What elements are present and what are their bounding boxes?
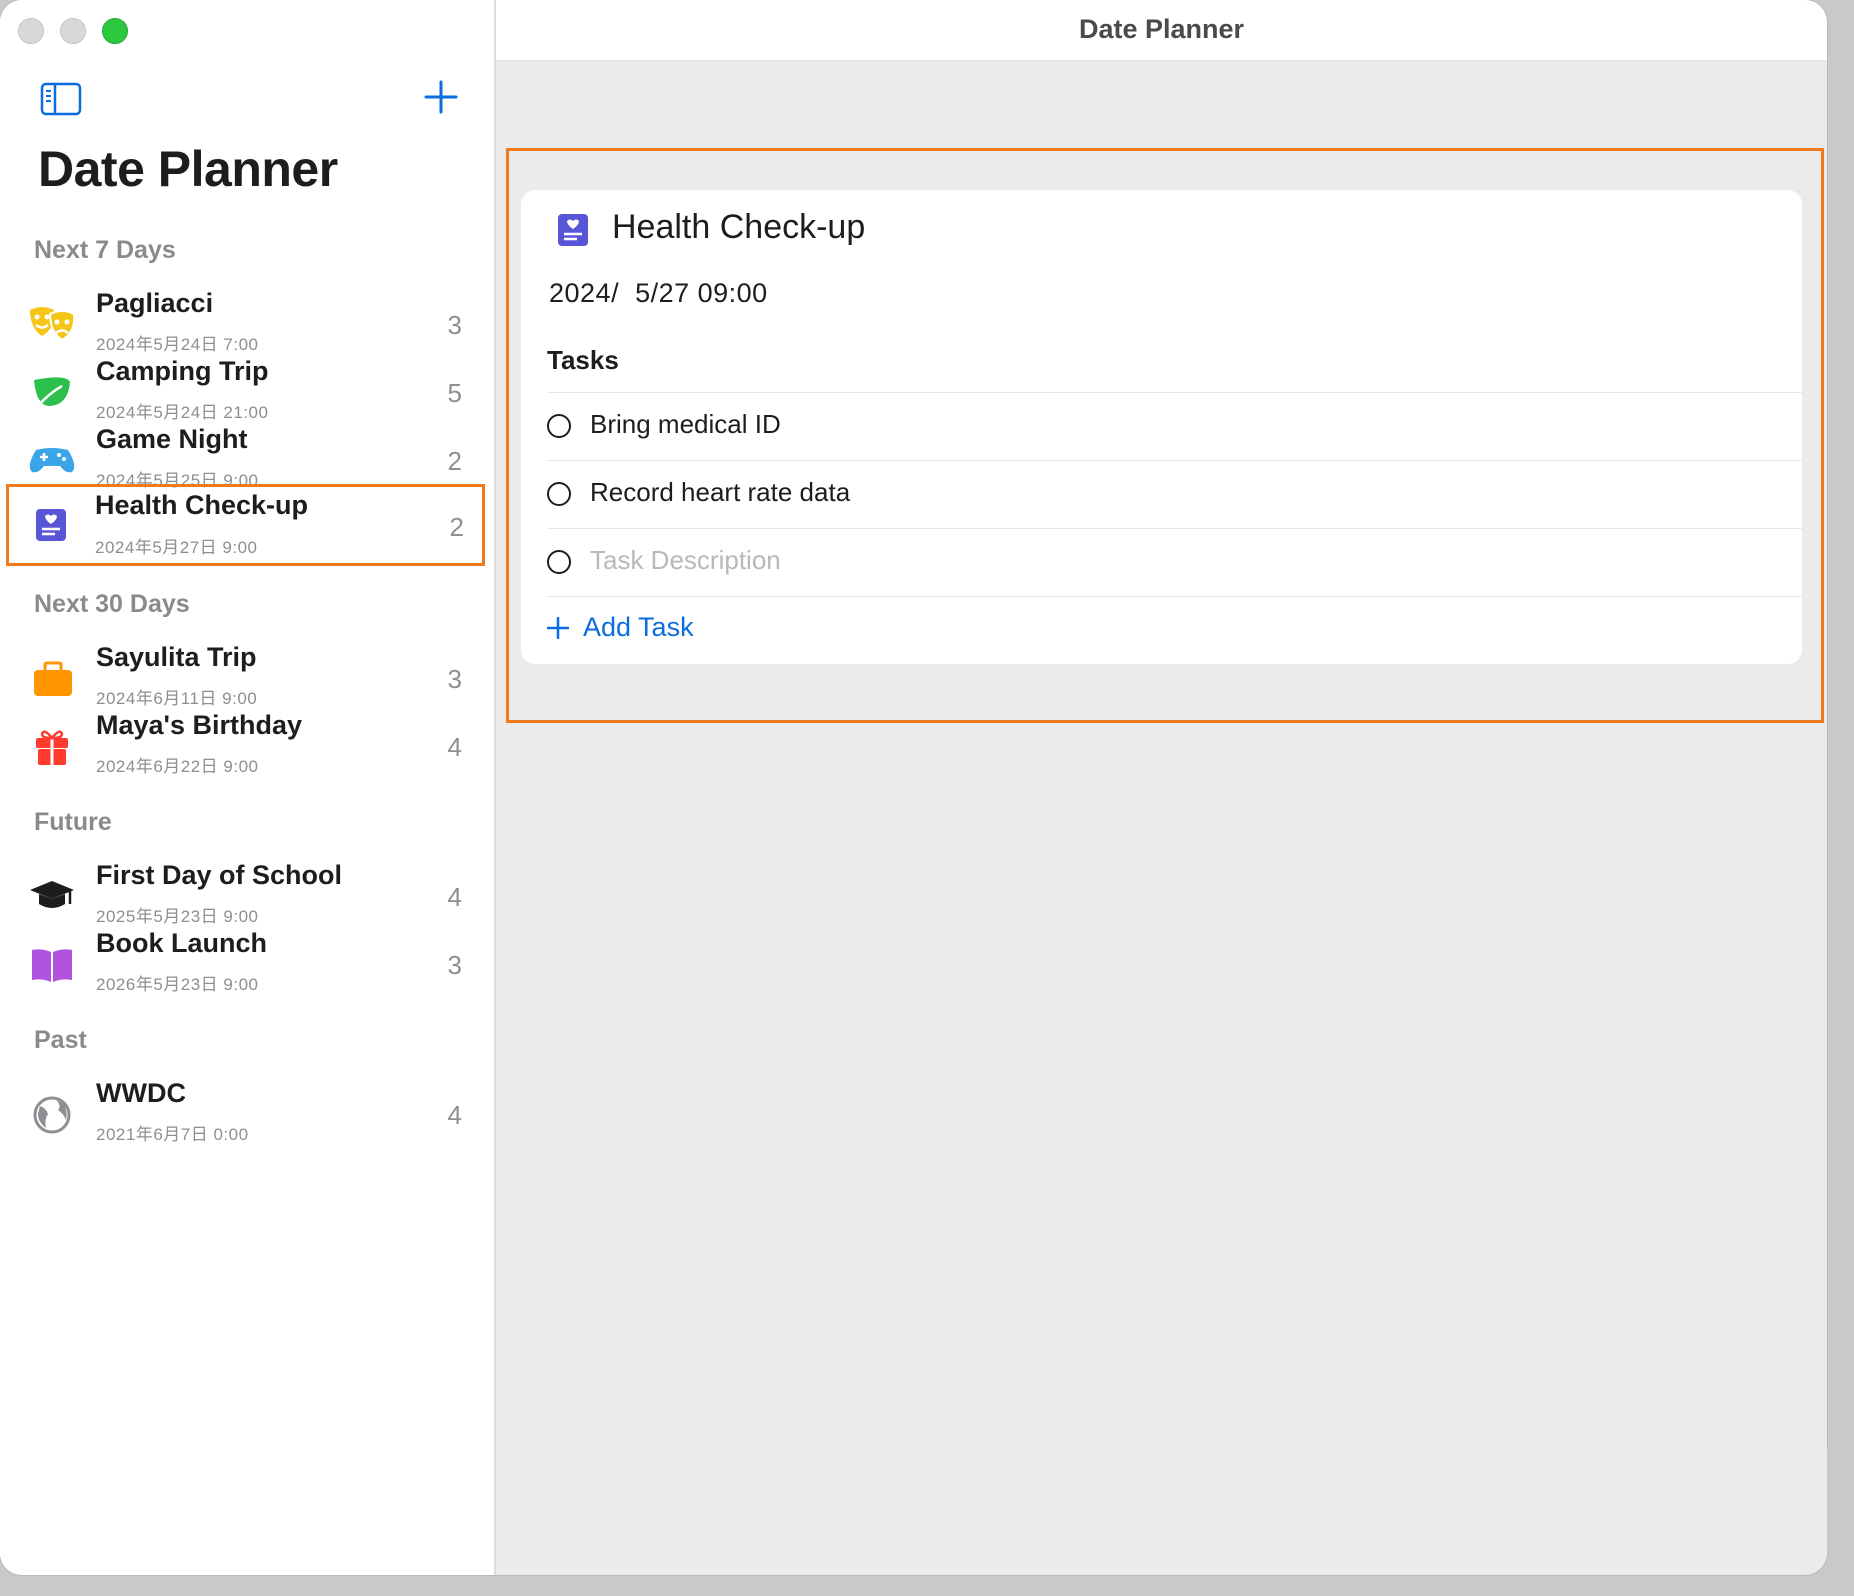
close-window-button[interactable]	[18, 18, 44, 44]
task-count: 5	[447, 378, 462, 408]
task-row-new	[547, 528, 1802, 597]
event-title: Sayulita Trip	[96, 642, 257, 672]
sidebar-toggle-icon[interactable]	[40, 82, 82, 116]
event-title: Game Night	[96, 424, 248, 454]
book-icon	[32, 949, 72, 982]
add-task-button[interactable]: Add Task	[547, 612, 694, 643]
task-count: 2	[447, 446, 462, 476]
task-count: 3	[447, 310, 462, 340]
event-date: 2024年5月24日 21:00	[96, 403, 269, 422]
event-row-first-day-of-school[interactable]: First Day of School 2025年5月23日 9:00 4	[8, 860, 482, 934]
window-title: Date Planner	[1078, 14, 1245, 44]
minimize-window-button[interactable]	[60, 18, 86, 44]
zoom-window-button[interactable]	[102, 18, 128, 44]
task-description-input[interactable]	[590, 545, 1190, 576]
event-title: WWDC	[96, 1078, 186, 1108]
task-separator	[547, 596, 1802, 597]
medical-chart-icon[interactable]	[555, 212, 591, 248]
event-row-wwdc[interactable]: WWDC 2021年6月7日 0:00 4	[8, 1078, 482, 1152]
window-controls	[18, 18, 128, 44]
event-row-book-launch[interactable]: Book Launch 2026年5月23日 9:00 3	[8, 928, 482, 1002]
event-row-mayas-birthday[interactable]: Maya's Birthday 2024年6月22日 9:00 4	[8, 710, 482, 784]
section-header-future: Future	[34, 808, 112, 836]
sidebar: Date Planner Next 7 Days Pagliacci 2024年…	[0, 0, 496, 1575]
medical-chart-icon	[36, 509, 66, 541]
event-date-picker[interactable]: 2024/ 5/27 09:00	[549, 278, 768, 309]
event-title: Camping Trip	[96, 356, 269, 386]
event-title: Pagliacci	[96, 288, 214, 318]
task-count: 3	[447, 664, 462, 694]
task-checkbox[interactable]	[547, 550, 571, 574]
add-task-label: Add Task	[583, 612, 694, 642]
event-row-camping-trip[interactable]: Camping Trip 2024年5月24日 21:00 5	[8, 356, 482, 430]
task-count: 3	[447, 950, 462, 980]
task-checkbox[interactable]	[547, 482, 571, 506]
task-row: Record heart rate data	[547, 460, 1802, 529]
event-date: 2024年6月22日 9:00	[96, 757, 259, 776]
event-date: 2024年5月27日 9:00	[95, 538, 258, 557]
event-date: 2024年5月24日 7:00	[96, 335, 259, 354]
event-row-pagliacci[interactable]: Pagliacci 2024年5月24日 7:00 3	[8, 288, 482, 362]
section-header-past: Past	[34, 1026, 87, 1054]
window-edge	[1827, 1450, 1854, 1596]
tasks-header: Tasks	[547, 345, 619, 375]
event-title: Book Launch	[96, 928, 268, 958]
task-count: 2	[449, 512, 464, 542]
task-row: Bring medical ID	[547, 392, 1802, 461]
event-row-sayulita-trip[interactable]: Sayulita Trip 2024年6月11日 9:00 3	[8, 642, 482, 716]
section-header-next-7-days: Next 7 Days	[34, 236, 176, 264]
gift-icon	[36, 730, 68, 765]
task-count: 4	[447, 1100, 462, 1130]
game-controller-icon	[29, 448, 75, 473]
event-date: 2024年6月11日 9:00	[96, 689, 258, 708]
theater-masks-icon	[30, 307, 76, 342]
event-title-field[interactable]: Health Check-up	[612, 208, 865, 247]
plus-icon	[547, 616, 569, 639]
event-date: 2021年6月7日 0:00	[96, 1125, 249, 1144]
sidebar-title: Date Planner	[38, 141, 338, 197]
event-date: 2025年5月23日 9:00	[96, 907, 259, 926]
app-window: Date Planner Next 7 Days Pagliacci 2024年…	[0, 0, 1827, 1575]
graduation-cap-icon	[30, 881, 74, 908]
section-header-next-30-days: Next 30 Days	[34, 590, 190, 618]
task-checkbox[interactable]	[547, 414, 571, 438]
task-text[interactable]: Record heart rate data	[590, 477, 1190, 508]
task-text[interactable]: Bring medical ID	[590, 409, 1190, 440]
event-detail-card: Health Check-up 2024/ 5/27 09:00 Tasks B…	[521, 190, 1802, 664]
add-event-button[interactable]	[422, 78, 460, 116]
toolbar: Date Planner	[496, 0, 1827, 61]
event-title: Maya's Birthday	[96, 710, 302, 740]
suitcase-icon	[34, 661, 72, 696]
task-count: 4	[447, 732, 462, 762]
event-title: Health Check-up	[95, 490, 309, 520]
event-title: First Day of School	[96, 860, 343, 890]
task-count: 4	[447, 882, 462, 912]
globe-icon	[33, 1096, 71, 1134]
leaf-icon	[34, 377, 70, 409]
event-date: 2026年5月23日 9:00	[96, 975, 259, 994]
event-row-health-check-up[interactable]: Health Check-up 2024年5月27日 9:00 2	[6, 484, 485, 566]
